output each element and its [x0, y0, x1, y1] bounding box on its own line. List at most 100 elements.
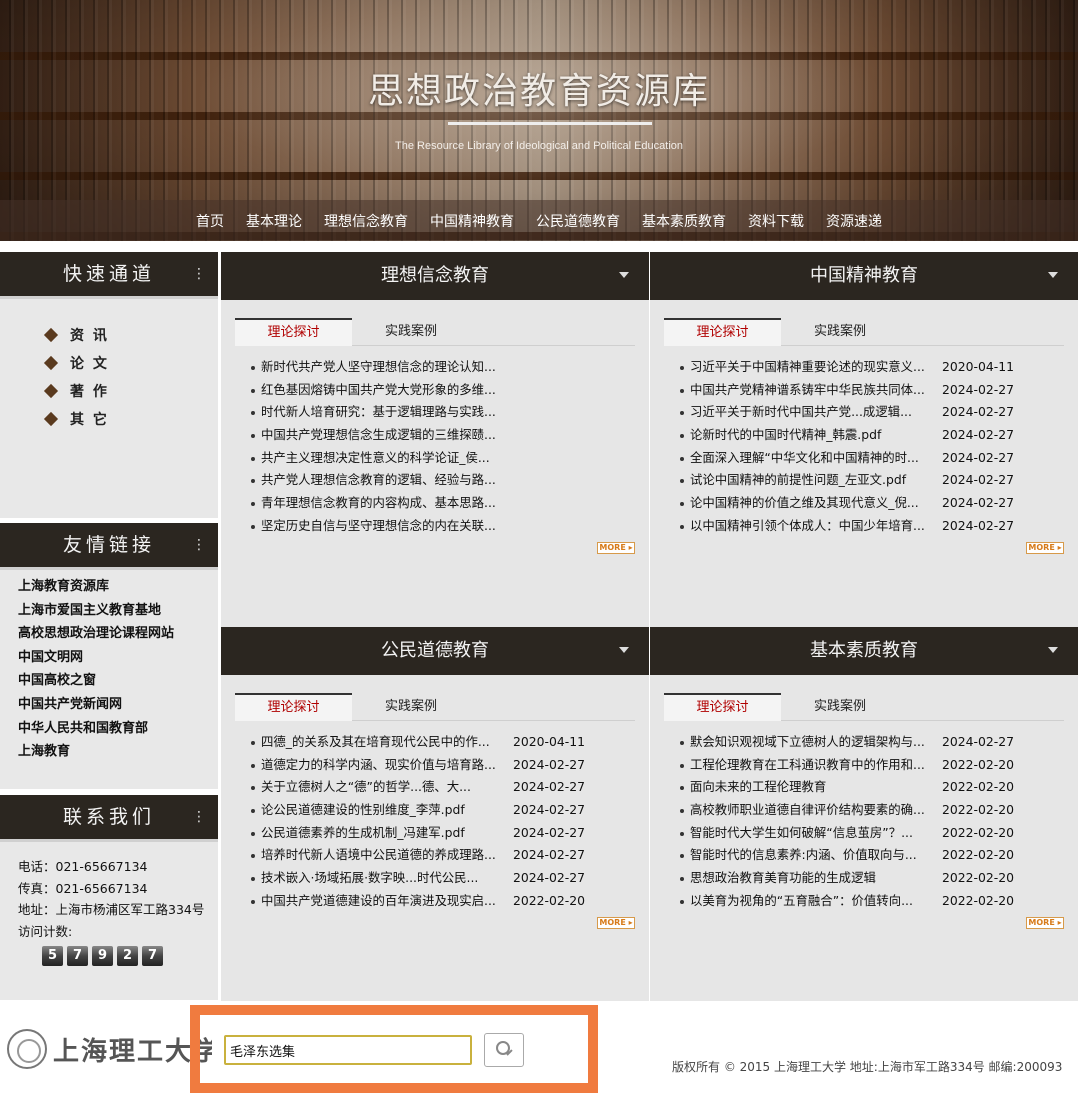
contact-header: 联系我们 ⋮ — [0, 795, 218, 839]
list-item[interactable]: 全面深入理解“中华文化和中国精神的时... 2024-02-27 — [678, 447, 1068, 470]
list-item[interactable]: 试论中国精神的前提性问题_左亚文.pdf 2024-02-27 — [678, 469, 1068, 492]
list-item[interactable]: 青年理想信念教育的内容构成、基本思路... — [249, 492, 639, 515]
caret-down-icon[interactable] — [619, 272, 629, 278]
panel-title: 中国精神教育 — [810, 265, 918, 286]
tab-theory[interactable]: 理论探讨 — [664, 318, 781, 346]
list-item[interactable]: 思想政治教育美育功能的生成逻辑 2022-02-20 — [678, 867, 1068, 890]
counter-digit: 2 — [117, 946, 138, 966]
contact-phone: 电话：021-65667134 — [18, 859, 148, 874]
list-item[interactable]: 中国共产党理想信念生成逻辑的三维探赜... — [249, 424, 639, 447]
friend-link[interactable]: 上海教育 — [18, 740, 218, 764]
list-item[interactable]: 中国共产党道德建设的百年演进及现实启... 2022-02-20 — [249, 890, 639, 913]
header-banner: 思想政治教育资源库 The Resource Library of Ideolo… — [0, 0, 1078, 241]
list-item[interactable]: 培养时代新人语境中公民道德的养成理路... 2024-02-27 — [249, 844, 639, 867]
friend-link[interactable]: 中国文明网 — [18, 646, 218, 670]
list-item[interactable]: 论公民道德建设的性别维度_李萍.pdf 2024-02-27 — [249, 799, 639, 822]
friend-link[interactable]: 中国高校之窗 — [18, 669, 218, 693]
list-item[interactable]: 技术嵌入·场域拓展·数字映...时代公民... 2024-02-27 — [249, 867, 639, 890]
nav-item-ideals-education[interactable]: 理想信念教育 — [313, 211, 419, 231]
list-item[interactable]: 四德_的关系及其在培育现代公民中的作... 2020-04-11 — [249, 731, 639, 754]
diamond-bullet-icon — [43, 411, 59, 427]
caret-down-icon[interactable] — [1048, 647, 1058, 653]
tab-theory[interactable]: 理论探讨 — [664, 693, 781, 721]
caret-down-icon[interactable] — [1048, 272, 1058, 278]
nav-item-home[interactable]: 首页 — [185, 211, 235, 231]
visit-counter: 5 7 9 2 7 — [42, 946, 218, 966]
friend-link[interactable]: 中国共产党新闻网 — [18, 693, 218, 717]
caret-down-icon[interactable] — [619, 647, 629, 653]
list-item[interactable]: 高校教师职业道德自律评价结构要素的确... 2022-02-20 — [678, 799, 1068, 822]
counter-digit: 7 — [142, 946, 163, 966]
panel-title: 理想信念教育 — [381, 265, 489, 286]
quick-access-box: 快速通道 ⋮ 资 讯 论 文 著 作 其 它 — [0, 252, 218, 518]
quick-item-works[interactable]: 著 作 — [43, 377, 218, 405]
friend-link[interactable]: 中华人民共和国教育部 — [18, 717, 218, 741]
nav-item-downloads[interactable]: 资料下载 — [737, 211, 815, 231]
list-item[interactable]: 共产党人理想信念教育的逻辑、经验与路... — [249, 469, 639, 492]
nav-item-resource-express[interactable]: 资源速递 — [815, 211, 893, 231]
panel-header: 基本素质教育 — [650, 627, 1078, 675]
nav-item-chinese-spirit[interactable]: 中国精神教育 — [419, 211, 525, 231]
tab-theory[interactable]: 理论探讨 — [235, 693, 352, 721]
panel-tabs: 理论探讨 实践案例 — [235, 693, 635, 721]
tab-theory[interactable]: 理论探讨 — [235, 318, 352, 346]
quick-item-papers[interactable]: 论 文 — [43, 349, 218, 377]
list-item[interactable]: 时代新人培育研究：基于逻辑理路与实践... — [249, 401, 639, 424]
friend-link[interactable]: 上海教育资源库 — [18, 575, 218, 599]
list-item[interactable]: 智能时代的信息素养:内涵、价值取向与... 2022-02-20 — [678, 844, 1068, 867]
list-item[interactable]: 道德定力的科学内涵、现实价值与培育路... 2024-02-27 — [249, 754, 639, 777]
search-input[interactable] — [224, 1035, 472, 1065]
more-button[interactable]: MORE ▸ — [1026, 542, 1064, 554]
list-item[interactable]: 默会知识观视域下立德树人的逻辑架构与... 2024-02-27 — [678, 731, 1068, 754]
list-item[interactable]: 公民道德素养的生成机制_冯建军.pdf 2024-02-27 — [249, 822, 639, 845]
friend-links-header: 友情链接 ⋮ — [0, 523, 218, 567]
counter-digit: 9 — [92, 946, 113, 966]
more-button[interactable]: MORE ▸ — [597, 917, 635, 929]
friend-link[interactable]: 高校思想政治理论课程网站 — [18, 622, 218, 646]
panel-tabs: 理论探讨 实践案例 — [664, 693, 1064, 721]
panel-header: 中国精神教育 — [650, 252, 1078, 300]
list-item[interactable]: 工程伦理教育在工科通识教育中的作用和... 2022-02-20 — [678, 754, 1068, 777]
footer: 上海理工大学 版权所有 © 2015 上海理工大学 地址:上海市军工路334号 … — [0, 1001, 1078, 1111]
quick-item-others[interactable]: 其 它 — [43, 405, 218, 433]
list-item[interactable]: 共产主义理想决定性意义的科学论证_侯... — [249, 447, 639, 470]
list-item[interactable]: 关于立德树人之“德”的哲学...德、大... 2024-02-27 — [249, 776, 639, 799]
main-nav: 首页 基本理论 理想信念教育 中国精神教育 公民道德教育 基本素质教育 资料下载… — [0, 200, 1078, 241]
quick-access-header: 快速通道 ⋮ — [0, 252, 218, 296]
list-item[interactable]: 以美育为视角的“五育融合”：价值转向... 2022-02-20 — [678, 890, 1068, 913]
nav-item-basic-theory[interactable]: 基本理论 — [235, 211, 313, 231]
list-item[interactable]: 智能时代大学生如何破解“信息茧房”？... 2022-02-20 — [678, 822, 1068, 845]
list-item[interactable]: 论新时代的中国时代精神_韩震.pdf 2024-02-27 — [678, 424, 1068, 447]
friend-links-box: 友情链接 ⋮ 上海教育资源库 上海市爱国主义教育基地 高校思想政治理论课程网站 … — [0, 523, 218, 789]
more-button[interactable]: MORE ▸ — [597, 542, 635, 554]
nav-item-basic-quality[interactable]: 基本素质教育 — [631, 211, 737, 231]
visit-counter-label: 访问计数: — [18, 923, 73, 939]
search-button[interactable] — [484, 1033, 524, 1067]
more-button[interactable]: MORE ▸ — [1026, 917, 1064, 929]
tab-cases[interactable]: 实践案例 — [781, 318, 899, 346]
panel-basic-quality: 基本素质教育 理论探讨 实践案例 默会知识观视域下立德树人的逻辑架构与... 20… — [650, 627, 1078, 1002]
list-item[interactable]: 论中国精神的价值之维及其现代意义_倪... 2024-02-27 — [678, 492, 1068, 515]
nav-item-civic-morality[interactable]: 公民道德教育 — [525, 211, 631, 231]
diamond-bullet-icon — [43, 383, 59, 399]
list-item[interactable]: 以中国精神引领个体成人：中国少年培育... 2024-02-27 — [678, 515, 1068, 538]
friend-link[interactable]: 上海市爱国主义教育基地 — [18, 599, 218, 623]
more-dots-icon: ⋮ — [192, 266, 206, 282]
list-item[interactable]: 红色基因熔铸中国共产党大党形象的多维... — [249, 379, 639, 402]
tab-cases[interactable]: 实践案例 — [352, 693, 470, 721]
tab-cases[interactable]: 实践案例 — [352, 318, 470, 346]
tab-cases[interactable]: 实践案例 — [781, 693, 899, 721]
list-item[interactable]: 面向未来的工程伦理教育 2022-02-20 — [678, 776, 1068, 799]
list-item[interactable]: 中国共产党精神谱系铸牢中华民族共同体... 2024-02-27 — [678, 379, 1068, 402]
panel-tabs: 理论探讨 实践案例 — [235, 318, 635, 346]
list-item[interactable]: 坚定历史自信与坚守理想信念的内在关联... — [249, 515, 639, 538]
list-item[interactable]: 习近平关于新时代中国共产党...成逻辑... 2024-02-27 — [678, 401, 1068, 424]
friend-links-title: 友情链接 — [62, 534, 155, 556]
panel-civic-morality: 公民道德教育 理论探讨 实践案例 四德_的关系及其在培育现代公民中的作... 20… — [221, 627, 649, 1002]
contact-address: 地址：上海市杨浦区军工路334号 — [18, 902, 205, 917]
diamond-bullet-icon — [43, 355, 59, 371]
quick-item-news[interactable]: 资 讯 — [43, 321, 218, 349]
list-item[interactable]: 新时代共产党人坚守理想信念的理论认知... — [249, 356, 639, 379]
title-divider — [448, 122, 652, 125]
list-item[interactable]: 习近平关于中国精神重要论述的现实意义... 2020-04-11 — [678, 356, 1068, 379]
